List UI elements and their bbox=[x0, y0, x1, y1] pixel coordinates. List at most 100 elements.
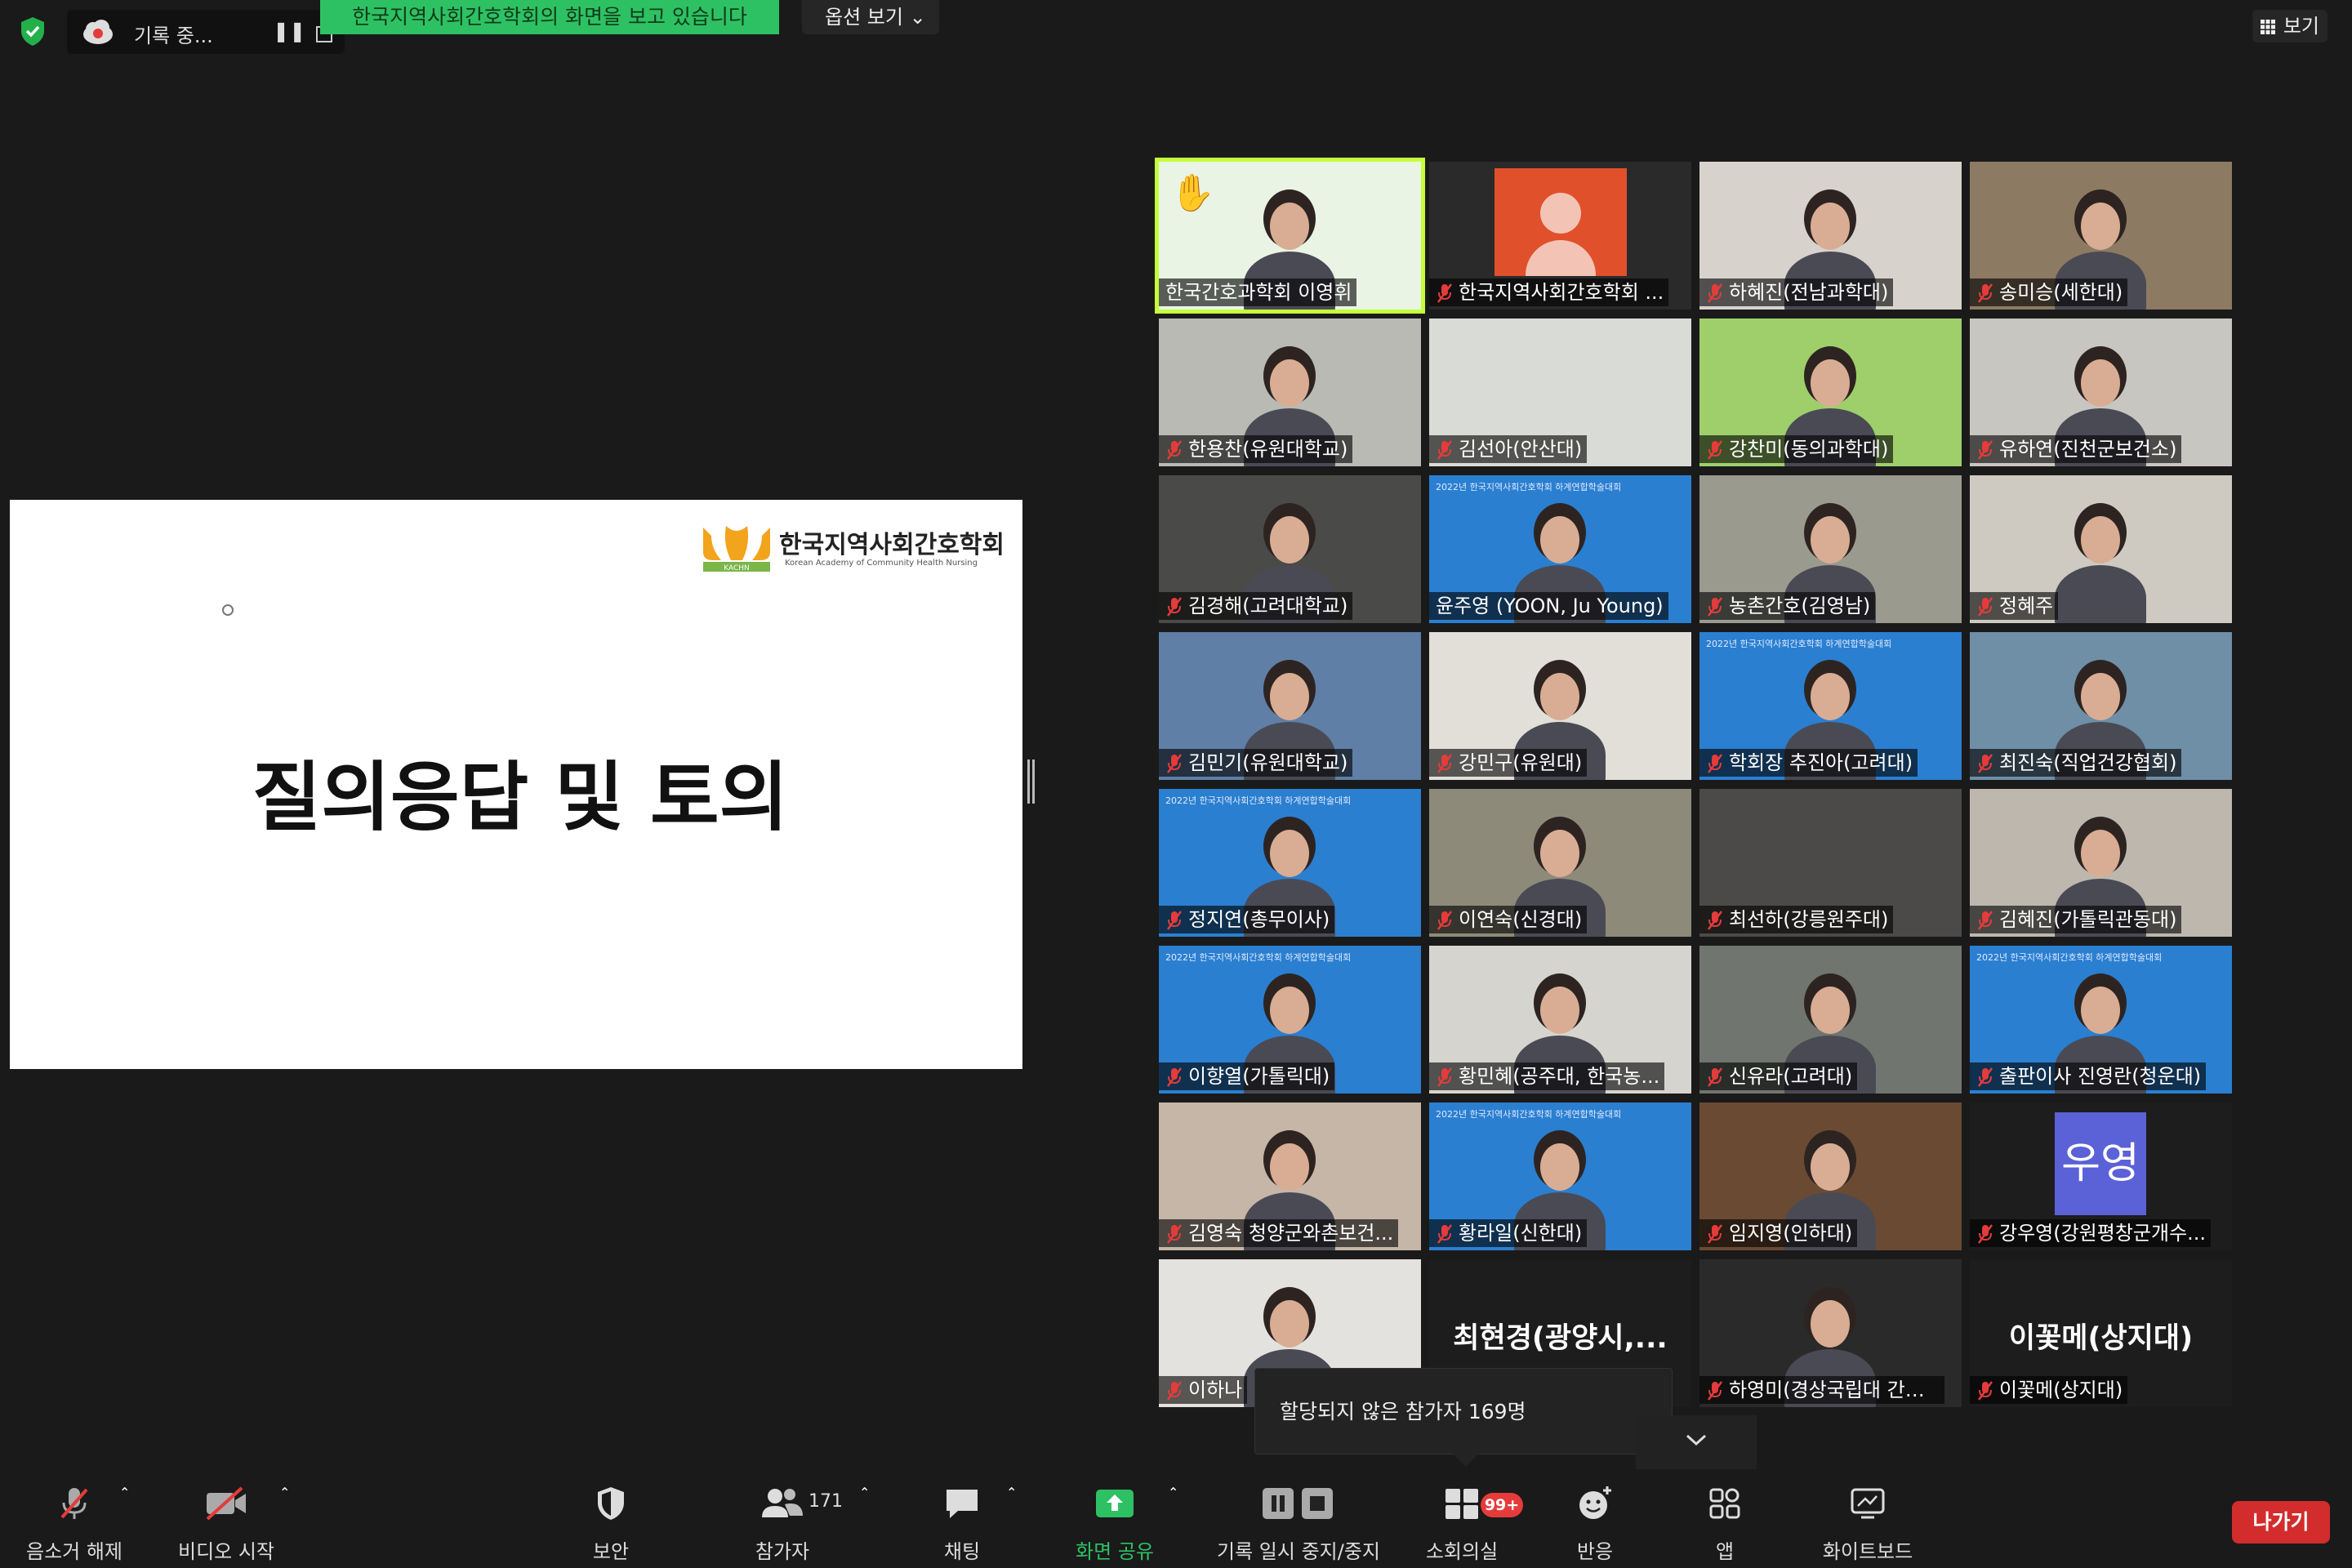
participant-video-face bbox=[1270, 987, 1309, 1034]
encryption-shield-icon[interactable] bbox=[16, 15, 49, 47]
muted-microphone-icon bbox=[1707, 1224, 1723, 1244]
participant-name-tag: 한용찬(유원대학교) bbox=[1159, 435, 1353, 463]
participant-name-tag: 김영숙 청양군와촌보건... bbox=[1159, 1219, 1399, 1247]
participant-name: 최선하(강릉원주대) bbox=[1729, 908, 1889, 931]
participant-tile[interactable]: 강민구(유원대) bbox=[1429, 632, 1691, 780]
participant-name: 한용찬(유원대학교) bbox=[1188, 438, 1348, 461]
muted-microphone-icon bbox=[1166, 597, 1183, 617]
participant-video-face bbox=[1811, 987, 1850, 1034]
participant-tile[interactable]: 2022년 한국지역사회간호학회 하계연합학술대회 황라일(신한대) bbox=[1429, 1102, 1691, 1250]
participant-tile[interactable]: 황민혜(공주대, 한국농... bbox=[1429, 946, 1691, 1094]
default-avatar-icon bbox=[1494, 168, 1627, 276]
share-screen-icon bbox=[1096, 1490, 1134, 1517]
participant-tile[interactable]: 이꽃메(상지대) 이꽃메(상지대) bbox=[1970, 1259, 2232, 1407]
chat-options-caret-icon[interactable]: ⌃ bbox=[1006, 1485, 1017, 1500]
slide-title: 질의응답 및 토의 bbox=[252, 754, 789, 841]
chat-button[interactable]: 채팅 bbox=[923, 1485, 1001, 1564]
participant-tile[interactable]: 김경해(고려대학교) bbox=[1159, 475, 1421, 623]
apps-icon bbox=[1709, 1488, 1740, 1519]
participant-display-name: 이꽃메(상지대) bbox=[2008, 1322, 2194, 1355]
breakout-rooms-label: 소회의실 bbox=[1425, 1540, 1499, 1563]
slide-org-name-en: Korean Academy of Community Health Nursi… bbox=[785, 559, 978, 568]
share-options-caret-icon[interactable]: ⌃ bbox=[1168, 1485, 1178, 1500]
participant-video-face bbox=[1270, 1300, 1309, 1348]
muted-microphone-icon bbox=[1977, 1224, 1993, 1244]
participant-name: 유하연(진천군보건소) bbox=[1999, 438, 2177, 461]
participant-tile[interactable]: 강찬미(동의과학대) bbox=[1699, 318, 1962, 466]
participant-video-face bbox=[1811, 359, 1850, 407]
split-view-resize-handle[interactable] bbox=[1027, 760, 1035, 804]
participant-tile[interactable]: 송미승(세한대) bbox=[1970, 162, 2232, 310]
participant-name: 농촌간호(김영남) bbox=[1729, 595, 1871, 617]
participant-name-tag: 이하나 bbox=[1159, 1376, 1248, 1404]
reactions-button[interactable]: 반응 bbox=[1556, 1485, 1634, 1564]
view-options-button[interactable]: 옵션 보기 ⌄ bbox=[802, 0, 939, 34]
participant-name: 강찬미(동의과학대) bbox=[1729, 438, 1889, 461]
participant-tile[interactable]: 최선하(강릉원주대) bbox=[1699, 789, 1962, 937]
participant-tile[interactable]: 2022년 한국지역사회간호학회 하계연합학술대회 정지연(총무이사) bbox=[1159, 789, 1421, 937]
record-pause-stop-button[interactable]: 기록 일시 중지/중지 bbox=[1209, 1485, 1388, 1564]
screen-share-banner: 한국지역사회간호학회의 화면을 보고 있습니다 bbox=[320, 0, 779, 34]
participant-video-face bbox=[1811, 203, 1850, 250]
participant-tile[interactable]: 2022년 한국지역사회간호학회 하계연합학술대회 학회장 추진아(고려대) bbox=[1699, 632, 1962, 780]
virtual-background-banner: 2022년 한국지역사회간호학회 하계연합학술대회 bbox=[1165, 952, 1352, 963]
participant-tile[interactable]: 김혜진(가톨릭관동대) bbox=[1970, 789, 2232, 937]
participant-name-tag: 정혜주 bbox=[1970, 592, 2059, 620]
security-label: 보안 bbox=[592, 1540, 630, 1563]
participant-name: 하영미(경상국립대 간호... bbox=[1729, 1379, 1942, 1401]
participant-name: 최진숙(직업건강협회) bbox=[1999, 751, 2177, 774]
participant-tile[interactable]: 유하연(진천군보건소) bbox=[1970, 318, 2232, 466]
participant-tile[interactable]: 최진숙(직업건강협회) bbox=[1970, 632, 2232, 780]
participant-video-face bbox=[1270, 1143, 1309, 1191]
view-button[interactable]: 보기 bbox=[2252, 10, 2328, 42]
muted-microphone-icon bbox=[1707, 1381, 1723, 1401]
participant-name: 하혜진(전남과학대) bbox=[1729, 281, 1889, 304]
participant-tile[interactable]: ✋ 한국간호과학회 이영휘 bbox=[1155, 158, 1425, 314]
muted-microphone-icon bbox=[1707, 754, 1723, 773]
muted-microphone-icon bbox=[1437, 911, 1453, 930]
participant-tile[interactable]: 정혜주 bbox=[1970, 475, 2232, 623]
participant-tile[interactable]: 김영숙 청양군와촌보건... bbox=[1159, 1102, 1421, 1250]
participant-tile[interactable]: 2022년 한국지역사회간호학회 하계연합학술대회 출판이사 진영란(청운대) bbox=[1970, 946, 2232, 1094]
participant-tile[interactable]: 하혜진(전남과학대) bbox=[1699, 162, 1962, 310]
breakout-rooms-icon bbox=[1446, 1489, 1478, 1519]
participant-tile[interactable]: 김민기(유원대학교) bbox=[1159, 632, 1421, 780]
participant-video-face bbox=[1270, 359, 1309, 407]
participant-tile[interactable]: 이연숙(신경대) bbox=[1429, 789, 1691, 937]
whiteboard-icon bbox=[1851, 1488, 1885, 1519]
leave-meeting-button[interactable]: 나가기 bbox=[2232, 1501, 2330, 1544]
collapse-gallery-button[interactable] bbox=[1636, 1415, 1757, 1469]
audio-options-caret-icon[interactable]: ⌃ bbox=[119, 1485, 130, 1500]
participant-tile[interactable]: 농촌간호(김영남) bbox=[1699, 475, 1962, 623]
participant-tile[interactable]: 2022년 한국지역사회간호학회 하계연합학술대회 윤주영 (YOON, Ju Y… bbox=[1429, 475, 1691, 623]
participant-name-tag: 김경해(고려대학교) bbox=[1159, 592, 1353, 620]
pause-recording-icon[interactable]: ❚❚ bbox=[273, 20, 305, 42]
participant-tile[interactable]: 김선아(안산대) bbox=[1429, 318, 1691, 466]
participant-name: 한국간호과학회 이영휘 bbox=[1165, 281, 1352, 304]
virtual-background-banner: 2022년 한국지역사회간호학회 하계연합학술대회 bbox=[1976, 952, 2163, 963]
share-screen-button[interactable]: 화면 공유 bbox=[1062, 1485, 1168, 1564]
start-video-button[interactable]: 비디오 시작 bbox=[173, 1485, 279, 1564]
view-button-label: 보기 bbox=[2283, 15, 2319, 38]
participant-tile[interactable]: 한용찬(유원대학교) bbox=[1159, 318, 1421, 466]
participant-tile[interactable]: 2022년 한국지역사회간호학회 하계연합학술대회 이향열(가톨릭대) bbox=[1159, 946, 1421, 1094]
video-options-caret-icon[interactable]: ⌃ bbox=[279, 1485, 290, 1500]
meeting-toolbar: 음소거 해제 ⌃ 비디오 시작 ⌃ 보안 참가자 171 ⌃ 채팅 ⌃ 화면 공… bbox=[0, 1470, 2352, 1568]
participant-tile[interactable]: 우영 강우영(강원평창군개수... bbox=[1970, 1102, 2232, 1250]
security-button[interactable]: 보안 bbox=[572, 1485, 650, 1564]
participant-video-face bbox=[1270, 203, 1309, 250]
chat-bubble-icon bbox=[947, 1490, 978, 1518]
participant-tile[interactable]: 한국지역사회간호학회 ... bbox=[1429, 162, 1691, 310]
unmute-button[interactable]: 음소거 해제 bbox=[21, 1485, 127, 1564]
participant-tile[interactable]: 신유라(고려대) bbox=[1699, 946, 1962, 1094]
apps-button[interactable]: 앱 bbox=[1686, 1485, 1764, 1564]
participants-options-caret-icon[interactable]: ⌃ bbox=[859, 1485, 870, 1500]
breakout-notification-badge: 99+ bbox=[1481, 1493, 1523, 1517]
unmute-label: 음소거 해제 bbox=[25, 1540, 123, 1563]
participant-tile[interactable]: 하영미(경상국립대 간호... bbox=[1699, 1259, 1962, 1407]
meeting-top-bar: 기록 중... ❚❚ 한국지역사회간호학회의 화면을 보고 있습니다 옵션 보기… bbox=[0, 0, 2352, 56]
participant-name-tag: 하혜진(전남과학대) bbox=[1699, 278, 1894, 306]
muted-microphone-icon bbox=[1977, 597, 1993, 617]
whiteboard-button[interactable]: 화이트보드 bbox=[1815, 1485, 1921, 1564]
participant-tile[interactable]: 임지영(인하대) bbox=[1699, 1102, 1962, 1250]
